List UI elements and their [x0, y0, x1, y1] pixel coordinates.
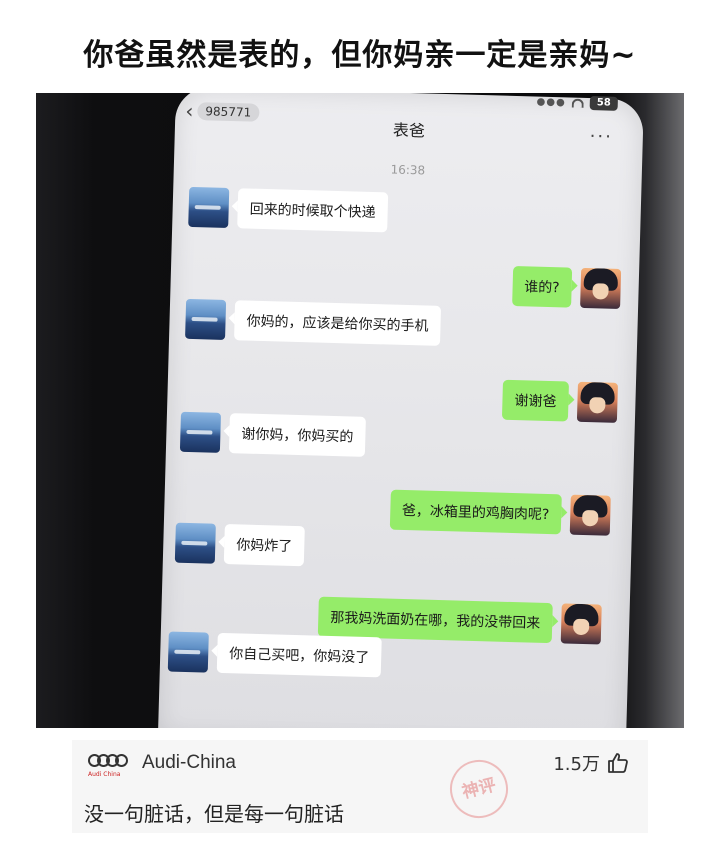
contact-avatar[interactable]: [185, 298, 227, 340]
like-button[interactable]: 1.5万: [553, 750, 630, 776]
contact-avatar[interactable]: [188, 186, 230, 228]
message-received: 你妈的，应该是给你买的手机: [185, 298, 442, 346]
message-bubble[interactable]: 爸，冰箱里的鸡胸肉呢?: [389, 489, 562, 535]
thumbs-up-icon[interactable]: [606, 751, 630, 775]
message-sent: 谁的?: [511, 265, 622, 309]
my-avatar[interactable]: [569, 494, 611, 536]
message-timestamp: 16:38: [390, 162, 426, 178]
contact-avatar[interactable]: [167, 631, 209, 673]
top-comment: Audi China Audi-China 1.5万 神评 没一句脏话，但是每一…: [72, 740, 648, 833]
message-sent: 谢谢爸: [501, 379, 618, 423]
wifi-icon: [571, 98, 584, 108]
battery-icon: 58: [589, 96, 618, 111]
like-count: 1.5万: [553, 754, 600, 775]
chat-title: 表爸: [392, 120, 426, 141]
message-bubble[interactable]: 谢你妈，你妈买的: [228, 413, 366, 457]
my-avatar[interactable]: [580, 267, 622, 309]
status-bar: ●●● 58: [536, 95, 618, 111]
contact-avatar[interactable]: [179, 411, 221, 453]
logo-text: Audi China: [88, 771, 121, 778]
comment-username[interactable]: Audi-China: [142, 752, 236, 774]
message-bubble[interactable]: 你自己买吧，你妈没了: [216, 632, 382, 678]
message-bubble[interactable]: 你妈的，应该是给你买的手机: [234, 300, 442, 346]
message-bubble[interactable]: 谁的?: [511, 265, 573, 308]
message-received: 你妈炸了: [174, 522, 305, 567]
my-avatar[interactable]: [576, 381, 618, 423]
message-received: 回来的时候取个快递: [188, 186, 389, 233]
post-caption: 你爸虽然是表的，但你妈亲一定是亲妈~: [83, 38, 637, 73]
comment-text: 没一句脏话，但是每一句脏话: [84, 802, 344, 826]
chat-screenshot-photo: ●●● 58 ‹ 985771 表爸 ··· 16:38 回来的时候取个快递 谁…: [36, 93, 684, 728]
contact-avatar[interactable]: [174, 522, 216, 564]
phone-screen: ●●● 58 ‹ 985771 表爸 ··· 16:38 回来的时候取个快递 谁…: [157, 93, 644, 728]
more-icon[interactable]: ···: [589, 126, 613, 148]
audi-rings-icon[interactable]: Audi China: [86, 752, 130, 780]
featured-comment-stamp: 神评: [443, 753, 515, 825]
message-received: 你自己买吧，你妈没了: [167, 631, 382, 678]
message-bubble[interactable]: 回来的时候取个快递: [237, 188, 389, 233]
my-avatar[interactable]: [560, 603, 602, 645]
message-bubble[interactable]: 你妈炸了: [223, 523, 305, 567]
message-sent: 爸，冰箱里的鸡胸肉呢?: [389, 489, 611, 536]
message-bubble[interactable]: 谢谢爸: [501, 379, 570, 422]
message-received: 谢你妈，你妈买的: [179, 411, 366, 457]
signal-icon: ●●●: [536, 96, 566, 108]
